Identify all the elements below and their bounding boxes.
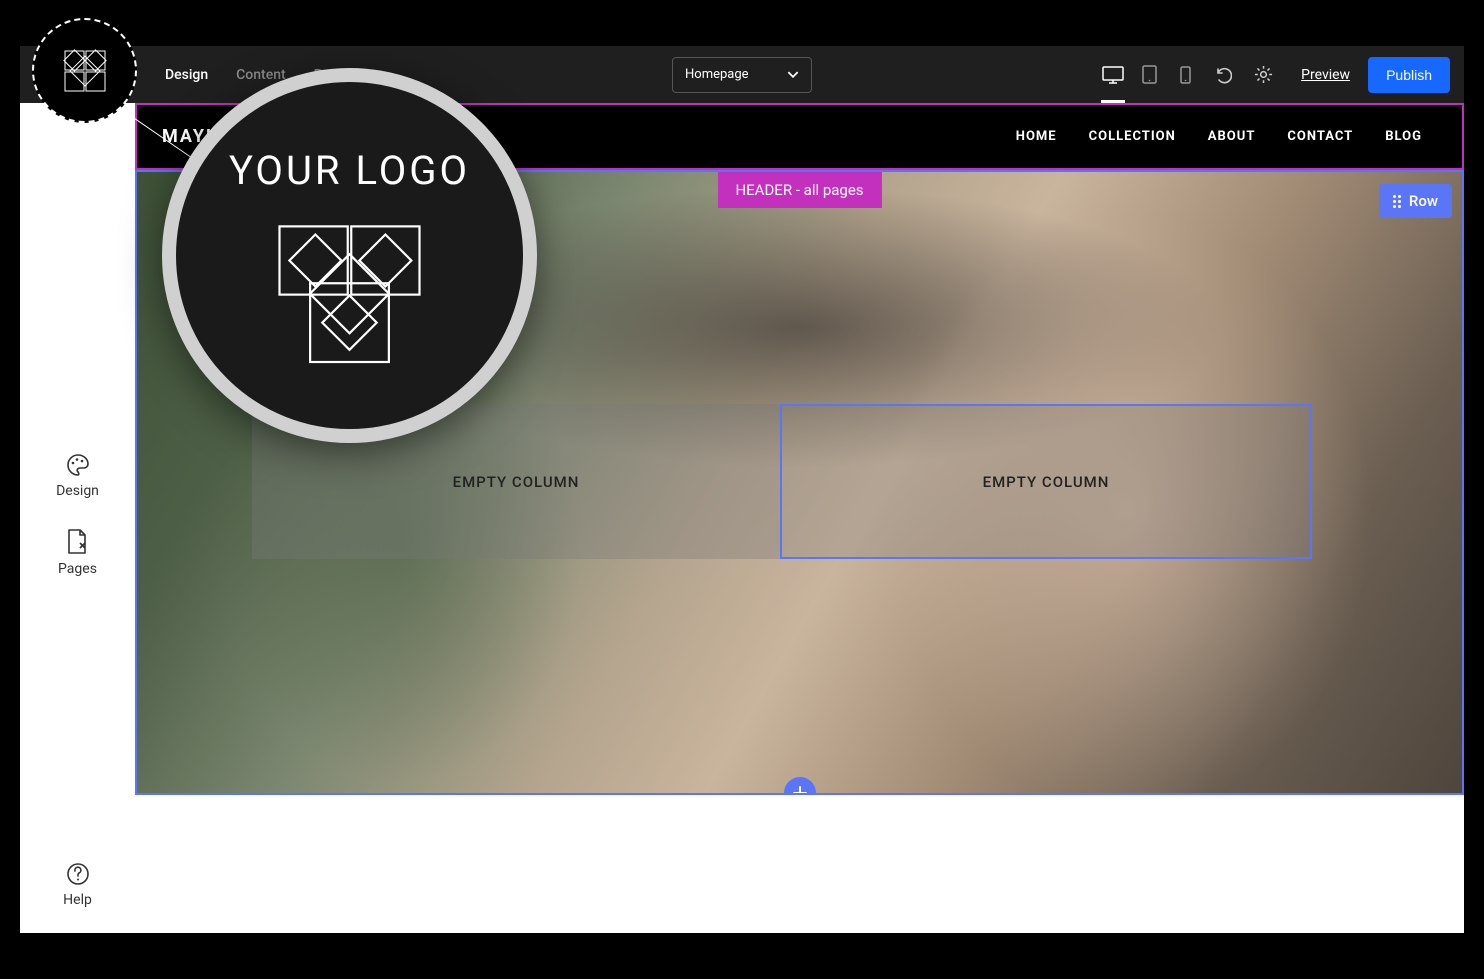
- sidebar: Design Pages Help: [20, 103, 135, 933]
- sidebar-item-label: Pages: [58, 561, 97, 577]
- sidebar-item-help[interactable]: Help: [63, 862, 92, 908]
- row-badge[interactable]: Row: [1379, 184, 1452, 218]
- sidebar-item-pages[interactable]: Pages: [58, 529, 97, 577]
- desktop-icon: [1102, 66, 1124, 84]
- undo-button[interactable]: [1203, 46, 1243, 103]
- device-switcher: [1095, 46, 1203, 103]
- settings-button[interactable]: [1243, 46, 1283, 103]
- help-icon: [66, 862, 90, 886]
- device-tablet-button[interactable]: [1131, 46, 1167, 103]
- sidebar-item-label: Design: [56, 483, 99, 499]
- undo-icon: [1214, 66, 1232, 84]
- drag-handle-icon: [1393, 195, 1401, 208]
- page-selector-label: Homepage: [685, 67, 749, 82]
- logo-icon-large: [262, 217, 437, 367]
- preview-link[interactable]: Preview: [1301, 67, 1350, 83]
- topbar: Design Content Products Homepage: [20, 46, 1464, 103]
- empty-column-right[interactable]: EMPTY COLUMN: [780, 404, 1312, 559]
- nav-about[interactable]: ABOUT: [1208, 129, 1256, 144]
- chevron-down-icon: [787, 71, 799, 78]
- sidebar-item-design[interactable]: Design: [56, 453, 99, 499]
- header-badge: HEADER - all pages: [717, 172, 881, 208]
- site-nav: HOME COLLECTION ABOUT CONTACT BLOG: [1016, 129, 1422, 144]
- gear-icon: [1254, 65, 1273, 84]
- logo-icon: [60, 46, 110, 96]
- row-badge-label: Row: [1409, 192, 1438, 210]
- palette-icon: [66, 453, 90, 477]
- publish-button[interactable]: Publish: [1368, 57, 1450, 93]
- nav-collection[interactable]: COLLECTION: [1089, 129, 1176, 144]
- sidebar-item-label: Help: [63, 892, 92, 908]
- your-logo-text: YOUR LOGO: [229, 145, 470, 197]
- device-desktop-button[interactable]: [1095, 46, 1131, 103]
- logo-zoom-callout: YOUR LOGO: [162, 68, 537, 443]
- nav-contact[interactable]: CONTACT: [1287, 129, 1353, 144]
- tab-design[interactable]: Design: [165, 67, 208, 83]
- page-icon: [66, 529, 88, 555]
- page-selector[interactable]: Homepage: [672, 57, 812, 93]
- topbar-right: Preview Publish: [1095, 46, 1464, 103]
- mobile-icon: [1180, 66, 1191, 84]
- page-selector-wrap: Homepage: [672, 57, 812, 93]
- logo-anchor-circle: [32, 18, 137, 123]
- nav-home[interactable]: HOME: [1016, 129, 1057, 144]
- device-mobile-button[interactable]: [1167, 46, 1203, 103]
- plus-icon: [792, 785, 808, 795]
- nav-blog[interactable]: BLOG: [1385, 129, 1422, 144]
- tablet-icon: [1142, 65, 1157, 84]
- tab-content[interactable]: Content: [236, 67, 286, 83]
